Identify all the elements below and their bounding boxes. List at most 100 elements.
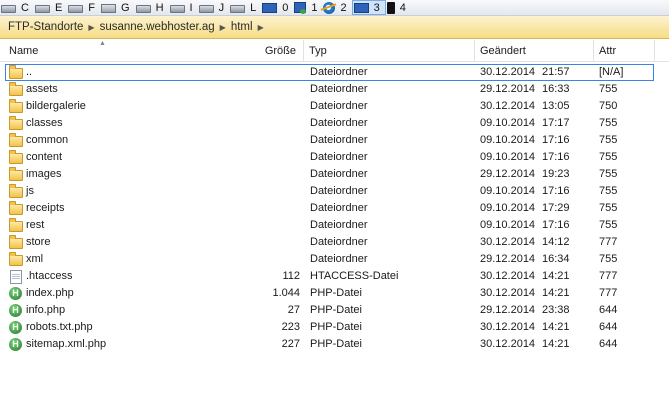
file-time: 16:34: [542, 253, 570, 265]
file-date: 30.12.2014: [480, 66, 536, 78]
breadcrumb-item-host[interactable]: susanne.webhoster.ag: [100, 21, 215, 33]
file-time: 23:38: [542, 304, 570, 316]
column-header-size[interactable]: Größe: [200, 40, 300, 61]
file-row[interactable]: receipts Dateiordner 09.10.2014 17:29 755: [0, 200, 669, 217]
file-row[interactable]: .htaccess 112 HTACCESS-Datei 30.12.2014 14:2…: [0, 268, 669, 285]
file-type: PHP-Datei: [310, 304, 362, 316]
file-time: 17:29: [542, 202, 570, 214]
file-row[interactable]: content Dateiordner 09.10.2014 17:16 755: [0, 149, 669, 166]
drive-button-l[interactable]: L: [229, 0, 261, 15]
file-date: 29.12.2014: [480, 168, 536, 180]
folder-icon: [9, 218, 23, 232]
desktop-monitor-icon: [262, 2, 278, 13]
usb-drive-icon: [101, 4, 117, 13]
file-row[interactable]: Hinfo.php 27 PHP-Datei 29.12.2014 23:38 644: [0, 302, 669, 319]
php-file-icon: H: [9, 304, 22, 317]
folder-icon: [9, 150, 23, 164]
drive-button-i[interactable]: I: [169, 0, 198, 15]
drive-button-h[interactable]: H: [135, 0, 169, 15]
column-header-size-label: Größe: [264, 45, 296, 57]
file-name: robots.txt.php: [26, 321, 93, 333]
file-row[interactable]: common Dateiordner 09.10.2014 17:16 755: [0, 132, 669, 149]
file-attr: 755: [599, 151, 618, 163]
folder-icon: [9, 82, 23, 96]
file-type: Dateiordner: [310, 253, 368, 265]
file-attr: 755: [599, 202, 618, 214]
column-header-type-label: Typ: [309, 45, 327, 57]
drive-letter: F: [88, 1, 96, 14]
file-size: 227: [281, 338, 300, 350]
file-row[interactable]: rest Dateiordner 09.10.2014 17:16 755: [0, 217, 669, 234]
file-row[interactable]: assets Dateiordner 29.12.2014 16:33 755: [0, 81, 669, 98]
drive-button-j[interactable]: J: [198, 0, 230, 15]
file-type: Dateiordner: [310, 168, 368, 180]
file-name: classes: [26, 117, 63, 129]
file-attr: 755: [599, 168, 618, 180]
file-row[interactable]: Hrobots.txt.php 223 PHP-Datei 30.12.2014 14:…: [0, 319, 669, 336]
file-name: bildergalerie: [26, 100, 86, 112]
file-row[interactable]: .. Dateiordner 30.12.2014 21:57 [N/A]: [5, 64, 654, 81]
breadcrumb-item-ftp-standorte[interactable]: FTP-Standorte: [8, 21, 83, 33]
file-date: 29.12.2014: [480, 253, 536, 265]
folder-icon: [9, 116, 23, 130]
file-time: 14:21: [542, 287, 570, 299]
file-size: 223: [281, 321, 300, 333]
folder-icon: [9, 235, 23, 249]
file-date: 29.12.2014: [480, 83, 536, 95]
file-row[interactable]: js Dateiordner 09.10.2014 17:16 755: [0, 183, 669, 200]
file-name: xml: [26, 253, 44, 265]
file-row[interactable]: classes Dateiordner 09.10.2014 17:17 755: [0, 115, 669, 132]
drive-button-4[interactable]: 4: [386, 0, 411, 15]
drive-letter: E: [54, 1, 63, 14]
file-date: 09.10.2014: [480, 134, 536, 146]
drive-button-f[interactable]: F: [67, 0, 100, 15]
file-time: 19:23: [542, 168, 570, 180]
file-row[interactable]: xml Dateiordner 29.12.2014 16:34 755: [0, 251, 669, 268]
file-date: 09.10.2014: [480, 219, 536, 231]
file-name: images: [26, 168, 62, 180]
column-header-attr-label: Attr: [599, 45, 617, 57]
file-date: 30.12.2014: [480, 338, 536, 350]
column-header-attr[interactable]: Attr: [595, 40, 655, 61]
drive-button-3[interactable]: 3: [351, 0, 386, 15]
file-time: 17:16: [542, 134, 570, 146]
breadcrumb-item-html[interactable]: html: [231, 21, 253, 33]
drive-letter: 2: [340, 1, 347, 14]
file-time: 14:21: [542, 321, 570, 333]
file-time: 14:12: [542, 236, 570, 248]
file-row[interactable]: Hindex.php 1.044 PHP-Datei 30.12.2014 14:21 7…: [0, 285, 669, 302]
file-date: 30.12.2014: [480, 287, 536, 299]
file-date: 09.10.2014: [480, 202, 536, 214]
file-attr: 777: [599, 270, 618, 282]
file-attr: 755: [599, 185, 618, 197]
file-date: 30.12.2014: [480, 321, 536, 333]
column-header-type[interactable]: Typ: [305, 40, 475, 61]
drive-button-g[interactable]: G: [100, 0, 135, 15]
drive-letter: C: [21, 1, 29, 14]
file-row[interactable]: Hsitemap.xml.php 227 PHP-Datei 30.12.2014 14…: [0, 336, 669, 353]
drive-button-c[interactable]: C: [0, 0, 34, 15]
phone-icon: [386, 1, 395, 14]
folder-icon: [9, 65, 23, 79]
file-attr: 755: [599, 134, 618, 146]
drive-button-2[interactable]: 2: [322, 0, 351, 15]
file-time: 21:57: [542, 66, 570, 78]
file-date: 30.12.2014: [480, 236, 536, 248]
file-attr: 750: [599, 100, 618, 112]
hdd-drive-icon: [135, 5, 151, 13]
network-icon: [294, 2, 307, 14]
file-time: 17:16: [542, 219, 570, 231]
drive-button-e[interactable]: E: [34, 0, 67, 15]
file-name: content: [26, 151, 63, 163]
file-name: js: [26, 185, 34, 197]
file-attr: 644: [599, 321, 618, 333]
drive-button-1[interactable]: 1: [293, 0, 322, 15]
drive-button-0[interactable]: 0: [261, 0, 293, 15]
file-row[interactable]: images Dateiordner 29.12.2014 19:23 755: [0, 166, 669, 183]
column-header: ▲ Name Größe Typ Geändert Attr: [0, 40, 669, 62]
file-attr: 644: [599, 338, 618, 350]
column-header-modified[interactable]: Geändert: [476, 40, 594, 61]
file-row[interactable]: bildergalerie Dateiordner 30.12.2014 13:05 7…: [0, 98, 669, 115]
file-row[interactable]: store Dateiordner 30.12.2014 14:12 777: [0, 234, 669, 251]
hdd-drive-icon: [230, 5, 246, 13]
